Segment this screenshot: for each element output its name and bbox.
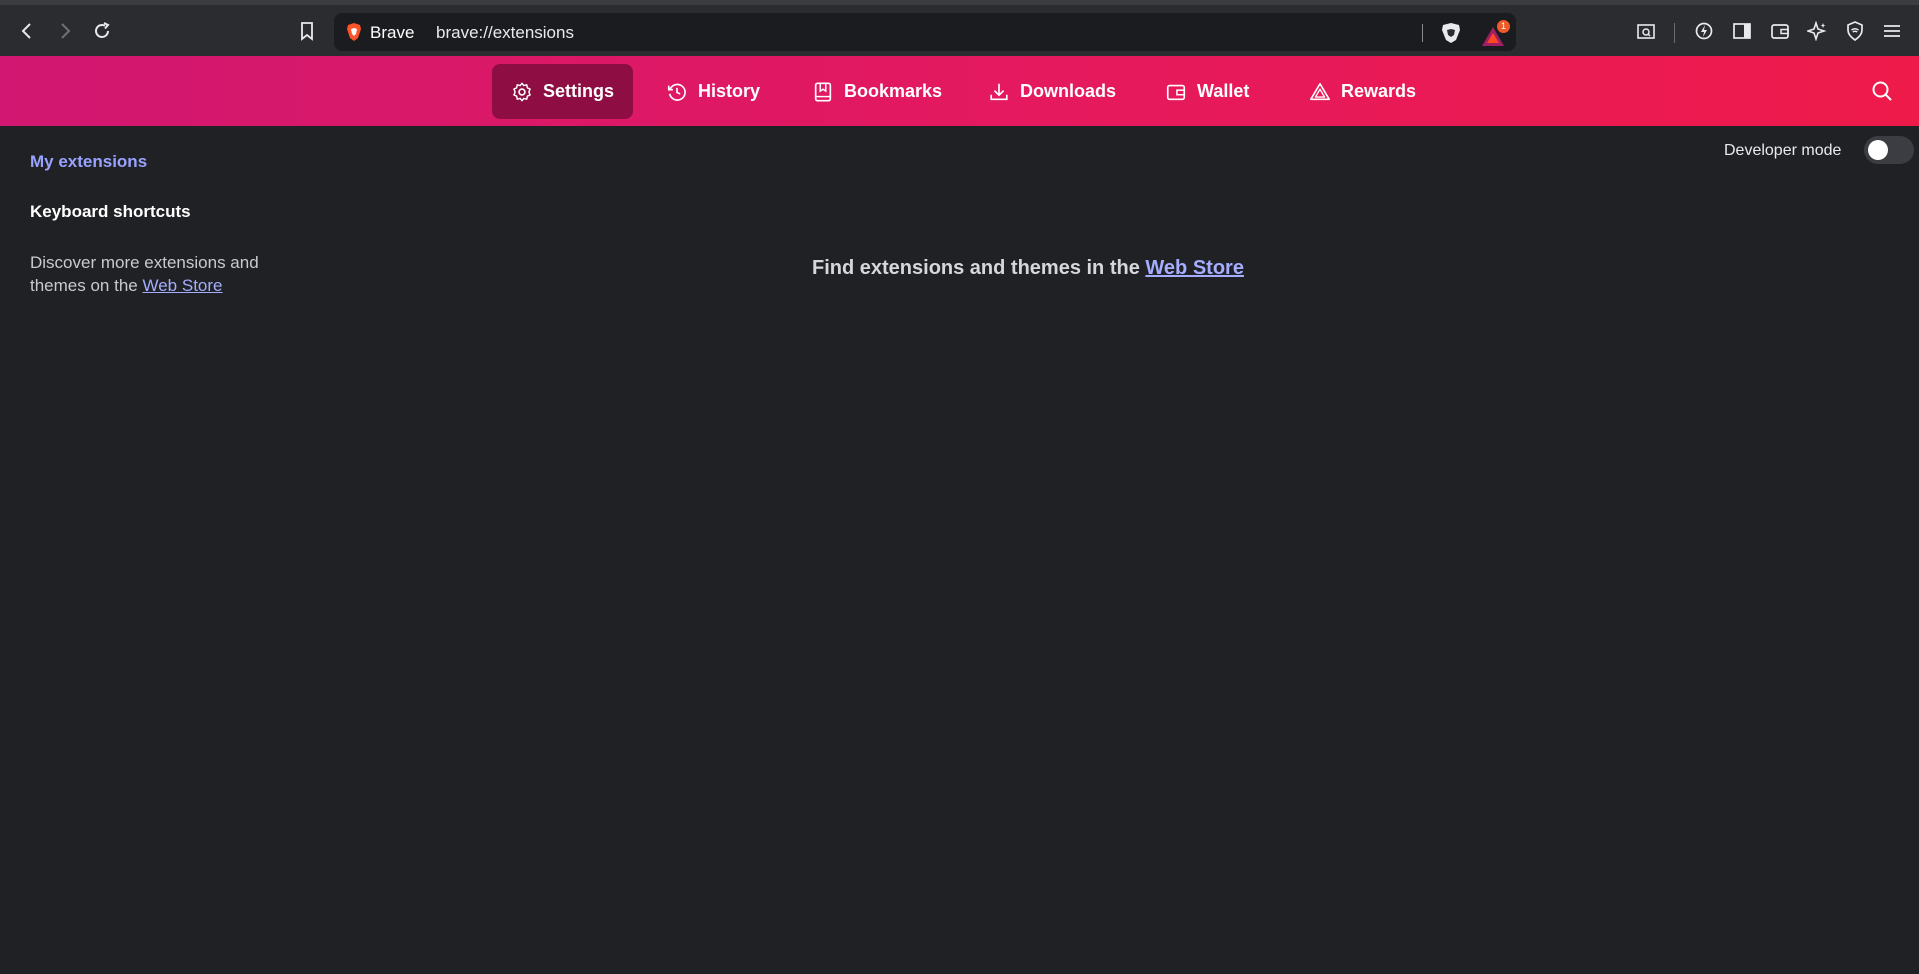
chevron-left-icon [21, 23, 31, 39]
sparkle-icon [1807, 21, 1827, 41]
toggle-knob [1868, 140, 1888, 160]
vpn-button[interactable] [1839, 15, 1871, 47]
main-web-store-link[interactable]: Web Store [1145, 257, 1244, 279]
sidebar-discover-text: Discover more extensions and themes on t… [30, 251, 290, 297]
vpn-shield-icon [1847, 21, 1863, 41]
leo-button[interactable] [1688, 15, 1720, 47]
history-icon [667, 83, 686, 101]
omnibox-divider [1422, 24, 1423, 42]
developer-mode-label: Developer mode [1724, 142, 1842, 159]
brave-shields-icon[interactable] [1440, 22, 1462, 44]
browser-toolbar: Brave brave://extensions 1 [0, 0, 1919, 56]
forward-button[interactable] [49, 15, 81, 47]
site-brand: Brave [370, 23, 415, 42]
empty-state-message: Find extensions and themes in the Web St… [812, 257, 1244, 280]
nav-rewards[interactable]: Rewards [1290, 64, 1435, 119]
back-button[interactable] [11, 15, 43, 47]
address-bar[interactable]: Brave brave://extensions 1 [334, 13, 1516, 51]
sidebar-web-store-link[interactable]: Web Store [142, 276, 222, 295]
bookmark-icon [301, 22, 313, 41]
nav-bookmarks[interactable]: Bookmarks [793, 64, 961, 119]
leo-icon [1695, 22, 1713, 40]
nav-downloads-label: Downloads [1020, 81, 1117, 101]
developer-mode-toggle[interactable] [1864, 136, 1914, 164]
rewards-icon [1310, 82, 1330, 100]
sidebar-item-keyboard-shortcuts[interactable]: Keyboard shortcuts [30, 202, 191, 222]
nav-settings-label: Settings [543, 81, 615, 101]
brave-shield-icon [347, 23, 361, 41]
sidebar-icon [1733, 23, 1751, 39]
hamburger-icon [1884, 25, 1900, 37]
brave-nav-bar: Settings History Bookmarks Downloads Wal… [0, 56, 1919, 126]
download-icon [990, 83, 1008, 100]
nav-history[interactable]: History [647, 64, 779, 119]
nav-wallet[interactable]: Wallet [1146, 64, 1268, 119]
nav-history-label: History [698, 81, 761, 101]
nav-rewards-label: Rewards [1341, 81, 1417, 101]
message-prefix: Find extensions and themes in the [812, 257, 1140, 279]
chevron-right-icon [61, 23, 71, 39]
gear-icon [513, 82, 531, 101]
sidebar-toggle-button[interactable] [1726, 15, 1758, 47]
nav-bookmarks-label: Bookmarks [844, 81, 943, 101]
nav-wallet-label: Wallet [1197, 81, 1250, 101]
wallet-icon [1771, 24, 1789, 39]
sidebar-item-my-extensions[interactable]: My extensions [30, 152, 147, 172]
main-menu-button[interactable] [1876, 15, 1908, 47]
search-icon[interactable] [1870, 79, 1894, 103]
url-text: brave://extensions [436, 23, 574, 42]
reload-icon [95, 22, 110, 38]
wallet-toolbar-button[interactable] [1764, 15, 1796, 47]
nav-settings[interactable]: Settings [492, 64, 634, 119]
rewards-badge: 1 [1497, 20, 1510, 33]
tab-search-icon [1637, 24, 1655, 39]
reload-button[interactable] [86, 15, 118, 47]
wallet-icon [1166, 84, 1186, 100]
nav-downloads[interactable]: Downloads [969, 64, 1135, 119]
tab-search-button[interactable] [1630, 15, 1662, 47]
ai-button[interactable] [1801, 15, 1833, 47]
bookmarks-icon [814, 81, 832, 102]
toolbar-divider [1674, 23, 1675, 43]
bookmark-page-button[interactable] [291, 15, 323, 47]
rewards-button[interactable]: 1 [1480, 20, 1510, 46]
